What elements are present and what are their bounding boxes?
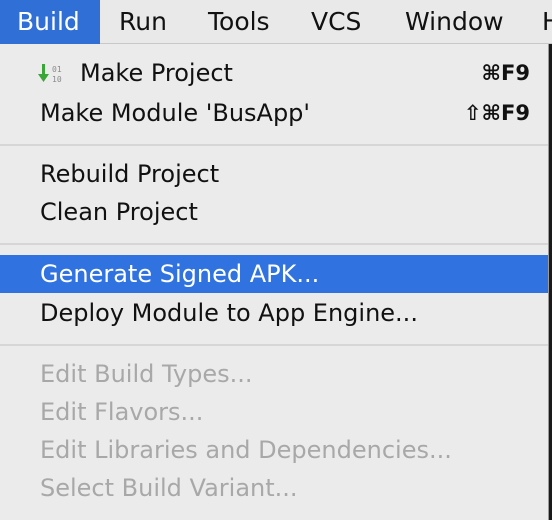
select-build-variant-label: Select Build Variant... <box>40 474 298 502</box>
deploy-module-label: Deploy Module to App Engine... <box>40 299 418 327</box>
menu-separator <box>0 243 548 245</box>
make-build-icon: 01 10 <box>38 64 62 84</box>
make-module-label: Make Module 'BusApp' <box>40 99 311 127</box>
menubar-window-label: Window <box>405 7 504 36</box>
menu-item-make-project[interactable]: 01 10 Make Project ⌘F9 <box>0 54 548 92</box>
svg-text:01: 01 <box>52 65 62 74</box>
generate-signed-apk-label: Generate Signed APK... <box>40 260 320 288</box>
menu-item-select-build-variant: Select Build Variant... <box>0 469 548 507</box>
svg-text:10: 10 <box>52 75 62 84</box>
menubar-window[interactable]: Window <box>405 0 504 44</box>
edit-build-types-label: Edit Build Types... <box>40 360 253 388</box>
menubar-help[interactable]: H <box>542 0 552 44</box>
menubar-build-label: Build <box>17 7 80 36</box>
menu-bar: Build Run Tools VCS Window H <box>0 0 552 44</box>
menu-item-clean-project[interactable]: Clean Project <box>0 193 548 231</box>
edit-libraries-label: Edit Libraries and Dependencies... <box>40 436 452 464</box>
edit-flavors-label: Edit Flavors... <box>40 398 204 426</box>
clean-project-label: Clean Project <box>40 198 198 226</box>
menu-item-generate-signed-apk[interactable]: Generate Signed APK... <box>0 255 548 293</box>
menu-item-rebuild-project[interactable]: Rebuild Project <box>0 155 548 193</box>
make-project-shortcut: ⌘F9 <box>481 61 530 85</box>
menubar-tools[interactable]: Tools <box>208 0 270 44</box>
menu-item-deploy-module[interactable]: Deploy Module to App Engine... <box>0 294 548 332</box>
menubar-vcs[interactable]: VCS <box>311 0 361 44</box>
make-project-label: Make Project <box>80 59 233 87</box>
menubar-run-label: Run <box>119 7 167 36</box>
menubar-run[interactable]: Run <box>119 0 167 44</box>
menu-item-edit-build-types: Edit Build Types... <box>0 355 548 393</box>
menu-separator <box>0 144 548 146</box>
menubar-build[interactable]: Build <box>0 0 100 44</box>
make-module-shortcut: ⇧⌘F9 <box>463 101 530 125</box>
menubar-vcs-label: VCS <box>311 7 362 36</box>
build-menu-dropdown: 01 10 Make Project ⌘F9 Make Module 'BusA… <box>0 44 549 520</box>
menubar-help-label: H <box>542 7 552 36</box>
menubar-tools-label: Tools <box>208 7 270 36</box>
menu-separator <box>0 344 548 346</box>
menu-item-edit-libraries: Edit Libraries and Dependencies... <box>0 431 548 469</box>
menu-item-make-module[interactable]: Make Module 'BusApp' ⇧⌘F9 <box>0 94 548 132</box>
menu-item-edit-flavors: Edit Flavors... <box>0 393 548 431</box>
rebuild-project-label: Rebuild Project <box>40 160 220 188</box>
